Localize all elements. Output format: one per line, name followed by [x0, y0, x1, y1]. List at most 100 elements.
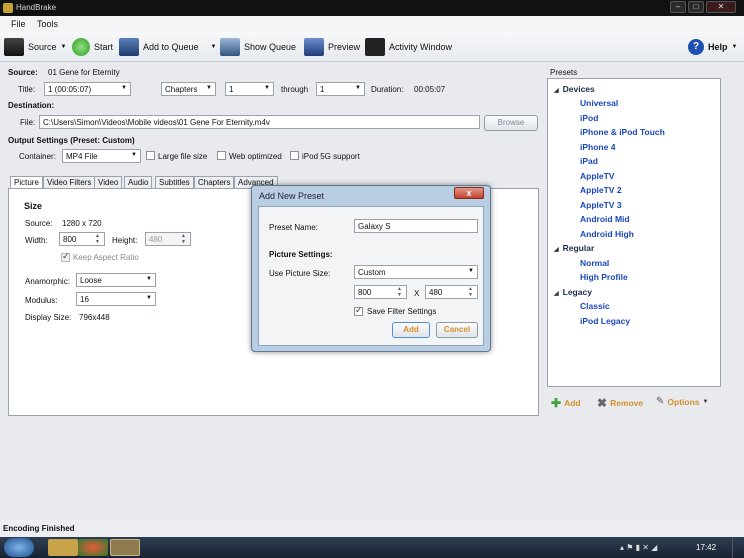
source-button[interactable]: Source ▼: [4, 37, 66, 57]
add-queue-icon: [119, 38, 139, 56]
toolbar: Source ▼ Start Add to Queue ▼ Show Queue P…: [0, 32, 744, 62]
save-filter-checkbox[interactable]: [354, 305, 363, 316]
title-bar: HandBrake – □ ✕: [0, 0, 744, 16]
presets-heading: Presets: [550, 68, 578, 77]
height-label: Height:: [112, 236, 138, 245]
queue-icon: [220, 38, 240, 56]
handbrake-taskbar-icon[interactable]: [110, 539, 140, 556]
duration-value: 00:05:07: [414, 85, 446, 94]
preset-item[interactable]: iPod Legacy: [580, 316, 630, 326]
play-icon: [72, 38, 90, 56]
dialog-title: Add New Preset: [259, 191, 325, 201]
destination-label: Destination:: [8, 101, 55, 110]
picture-settings-label: Picture Settings:: [269, 250, 333, 259]
display-size-label: Display Size:: [25, 313, 72, 322]
dimension-x-label: X: [414, 289, 420, 298]
add-new-preset-dialog: Add New Preset x Preset Name: Galaxy S P…: [251, 185, 491, 352]
chapter-end-select[interactable]: 1: [316, 82, 365, 96]
large-file-checkbox[interactable]: [146, 151, 155, 160]
preset-name-input[interactable]: Galaxy S: [354, 219, 478, 233]
preset-item[interactable]: Universal: [580, 98, 618, 108]
add-to-queue-button[interactable]: Add to Queue ▼: [119, 37, 217, 57]
range-mode-select[interactable]: Chapters: [161, 82, 216, 96]
remove-preset-button[interactable]: ✖ Remove: [597, 396, 643, 410]
title-label: Title:: [18, 85, 36, 94]
clock: 17:42: [696, 543, 717, 552]
preset-item[interactable]: AppleTV 3: [580, 200, 622, 210]
chapter-start-select[interactable]: 1: [225, 82, 274, 96]
ipod-5g-checkbox[interactable]: [290, 151, 299, 160]
preset-item[interactable]: iPod: [580, 113, 598, 123]
preview-button[interactable]: Preview: [304, 37, 360, 57]
keep-aspect-checkbox[interactable]: [61, 251, 70, 262]
preset-item[interactable]: AppleTV 2: [580, 185, 622, 195]
use-picture-size-select[interactable]: Custom: [354, 265, 478, 279]
modulus-label: Modulus:: [25, 296, 58, 305]
preset-item[interactable]: Normal: [580, 258, 609, 268]
help-icon: ?: [688, 39, 704, 55]
status-text: Encoding Finished: [3, 524, 75, 533]
minimize-button[interactable]: –: [670, 1, 686, 13]
preset-group-legacy[interactable]: ◢ Legacy: [554, 287, 592, 297]
terminal-icon: [365, 38, 385, 56]
preset-item[interactable]: iPad: [580, 156, 598, 166]
tray-icons[interactable]: ▴ ⚑ ▮ ✕ ◢: [620, 543, 657, 552]
web-optimized-label: Web optimized: [229, 152, 282, 161]
preset-group-regular[interactable]: ◢ Regular: [554, 243, 594, 253]
source-label: Source:: [8, 68, 38, 77]
preset-item[interactable]: Android High: [580, 229, 634, 239]
preset-item[interactable]: Android Mid: [580, 214, 630, 224]
chrome-taskbar-icon[interactable]: [78, 539, 108, 556]
handbrake-logo-icon: [3, 3, 13, 13]
destination-file-input[interactable]: C:\Users\Simon\Videos\Mobile videos\01 G…: [39, 115, 480, 129]
modulus-select[interactable]: 16: [76, 292, 156, 306]
dialog-add-button[interactable]: Add: [392, 322, 430, 338]
container-select[interactable]: MP4 File: [62, 149, 141, 163]
preset-item[interactable]: iPhone & iPod Touch: [580, 127, 665, 137]
dialog-width-spinner[interactable]: 800: [354, 285, 407, 299]
status-bar: Encoding Finished: [0, 519, 744, 537]
preset-item[interactable]: AppleTV: [580, 171, 614, 181]
anamorphic-select[interactable]: Loose: [76, 273, 156, 287]
picture-source-label: Source:: [25, 219, 53, 228]
duration-label: Duration:: [371, 85, 404, 94]
menu-tools[interactable]: Tools: [37, 19, 58, 29]
plus-icon: ✚: [551, 396, 562, 410]
height-spinner[interactable]: 480: [145, 232, 191, 246]
output-settings-label: Output Settings (Preset: Custom): [8, 136, 135, 145]
close-window-button[interactable]: ✕: [706, 1, 736, 13]
add-preset-button[interactable]: ✚ Add: [551, 396, 581, 410]
preset-item[interactable]: Classic: [580, 301, 610, 311]
explorer-taskbar-icon[interactable]: [48, 539, 78, 556]
show-desktop-button[interactable]: [732, 537, 744, 558]
help-button[interactable]: ? Help ▼: [688, 37, 737, 57]
title-select[interactable]: 1 (00:05:07): [44, 82, 131, 96]
show-queue-button[interactable]: Show Queue: [220, 37, 296, 57]
size-heading: Size: [24, 201, 43, 211]
options-icon: ✎: [656, 396, 665, 407]
display-size-value: 796x448: [79, 313, 110, 322]
start-button[interactable]: Start: [72, 37, 113, 57]
remove-x-icon: ✖: [597, 396, 608, 410]
menu-file[interactable]: File: [11, 19, 26, 29]
preset-name-label: Preset Name:: [269, 223, 318, 232]
preset-item[interactable]: High Profile: [580, 272, 628, 282]
preset-item[interactable]: iPhone 4: [580, 142, 615, 152]
ipod-5g-label: iPod 5G support: [302, 152, 360, 161]
maximize-button[interactable]: □: [688, 1, 704, 13]
preset-options-button[interactable]: ✎ Options ▼: [656, 396, 708, 407]
dialog-close-button[interactable]: x: [454, 187, 484, 199]
preset-group-devices[interactable]: ◢ Devices: [554, 84, 595, 94]
source-name: 01 Gene for Eternity: [48, 68, 120, 77]
web-optimized-checkbox[interactable]: [217, 151, 226, 160]
dialog-height-spinner[interactable]: 480: [425, 285, 478, 299]
through-label: through: [281, 85, 309, 94]
container-label: Container:: [19, 152, 56, 161]
taskbar: ▴ ⚑ ▮ ✕ ◢ 17:42: [0, 537, 744, 558]
dialog-cancel-button[interactable]: Cancel: [436, 322, 478, 338]
width-spinner[interactable]: 800: [59, 232, 105, 246]
activity-window-button[interactable]: Activity Window: [365, 37, 452, 57]
start-orb-icon[interactable]: [4, 538, 34, 557]
browse-button[interactable]: Browse: [484, 115, 538, 131]
large-file-label: Large file size: [158, 152, 208, 161]
